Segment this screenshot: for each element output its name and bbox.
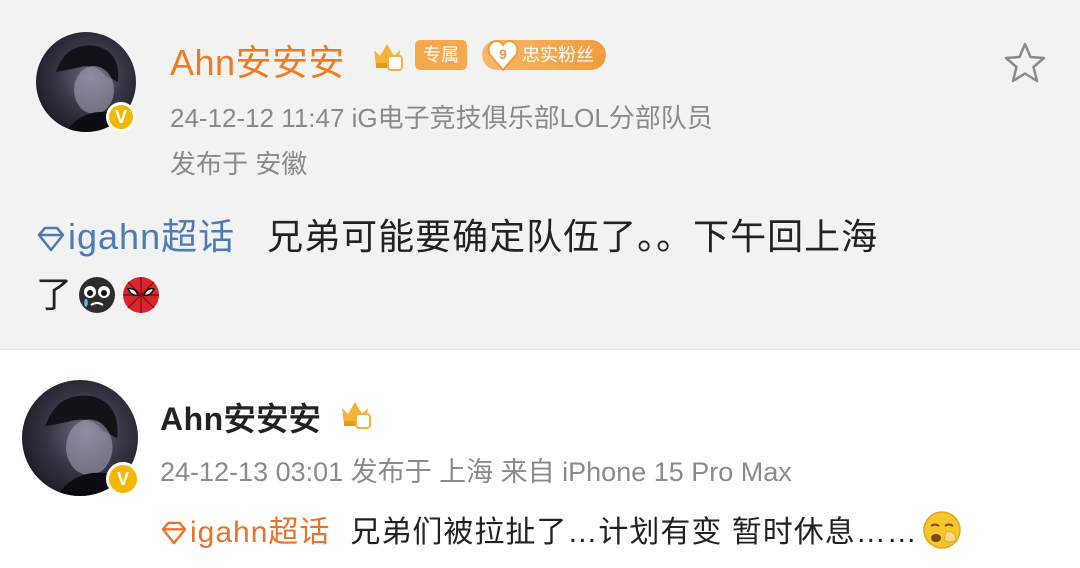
diamond-topic-icon [161,521,187,545]
vip-crown-icon [374,44,403,71]
avatar[interactable]: V [22,380,140,496]
weibo-post: V Ahn安安安 专属 9 忠实粉丝 24-12-12 11:47 iG电子竞技… [0,0,1080,350]
super-topic-link[interactable]: igahn超话 [36,216,235,257]
fan-level-number: 9 [499,46,507,62]
diamond-topic-icon [37,226,65,252]
post-text: 兄弟们被拉扯了…计划有变 暂时休息…… [350,516,918,549]
verified-badge-icon: V [106,102,136,132]
post-meta-time-and-title: 24-12-12 11:47 iG电子竞技俱乐部LOL分部队员 [170,103,713,133]
post-content-line-2: 了 [36,266,1046,324]
post-text-line-2: 了 [36,274,74,315]
post-content: igahn超话 兄弟可能要确定队伍了。。下午回上海 了 [36,208,1046,324]
user-name[interactable]: Ahn安安安 [160,394,321,440]
vip-crown-icon [342,402,371,429]
spider-man-emoji-icon [123,277,160,313]
favorite-star-icon[interactable] [1002,40,1048,86]
crying-face-emoji-icon [79,277,116,313]
fan-badge[interactable]: 9 忠实粉丝 [482,40,606,72]
verified-badge-icon: V [106,462,140,496]
user-name[interactable]: Ahn安安安 [170,34,345,86]
post-content: igahn超话 兄弟们被拉扯了…计划有变 暂时休息…… [160,504,1060,562]
yawning-face-emoji-icon [923,511,961,549]
weibo-post: V Ahn安安安 24-12-13 03:01 发布于 上海 来自 iPhone… [0,350,1080,568]
super-topic-label: igahn超话 [190,516,331,549]
super-topic-link[interactable]: igahn超话 [160,516,330,549]
post-meta-location: 发布于 安徽 [170,149,308,179]
avatar[interactable]: V [36,32,136,132]
post-text-line-1: 兄弟可能要确定队伍了。。下午回上海 [267,216,879,257]
post-meta: 24-12-13 03:01 发布于 上海 来自 iPhone 15 Pro M… [160,457,792,487]
fan-level-heart-icon: 9 [487,40,519,72]
exclusive-tag: 专属 [415,40,467,70]
super-topic-label: igahn超话 [68,216,236,257]
fan-label: 忠实粉丝 [522,45,594,65]
post-content-line-1: igahn超话 兄弟可能要确定队伍了。。下午回上海 [36,208,1046,266]
